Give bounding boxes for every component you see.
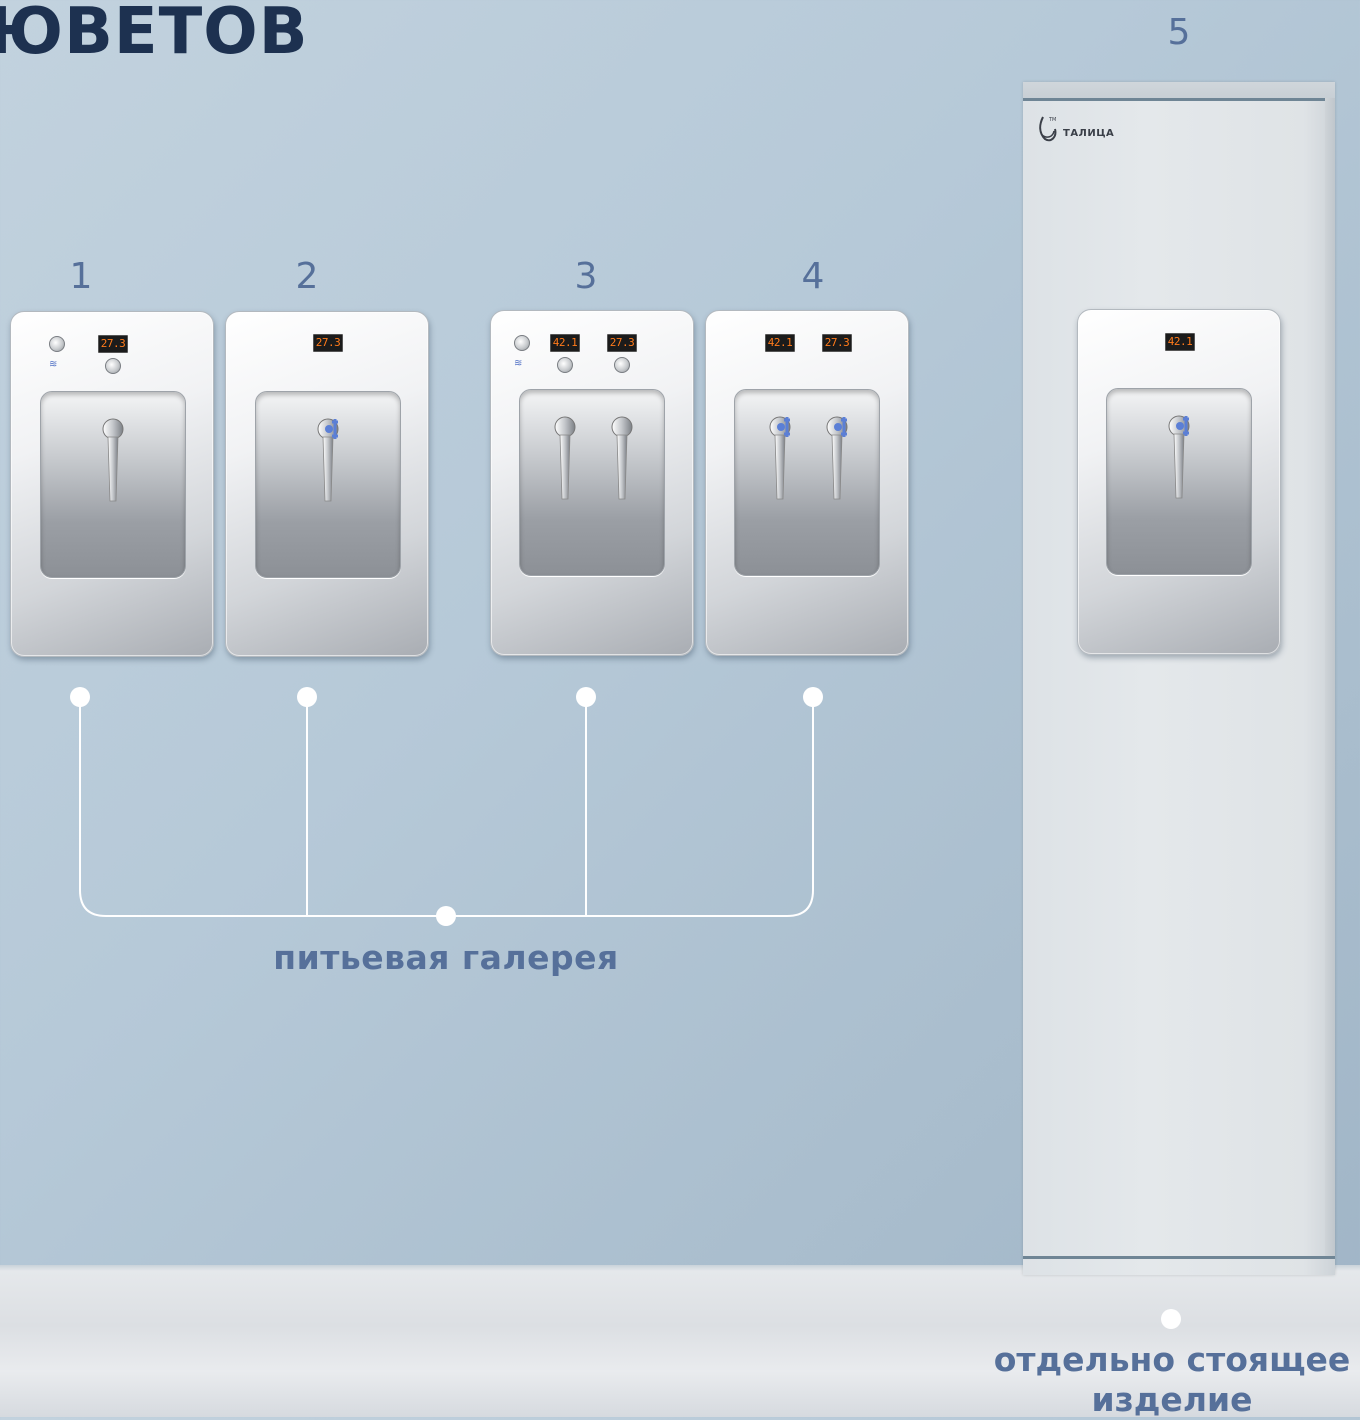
connector-dot bbox=[1161, 1309, 1181, 1329]
connector-dot bbox=[576, 687, 596, 707]
connector-dot bbox=[297, 687, 317, 707]
gallery-connector bbox=[79, 697, 814, 917]
standalone-label: отдельно стоящее изделие bbox=[993, 1340, 1351, 1419]
gallery-label: питьевая галерея bbox=[273, 938, 619, 977]
connector-dot bbox=[70, 687, 90, 707]
connector-dot bbox=[436, 906, 456, 926]
connector-dot bbox=[803, 687, 823, 707]
